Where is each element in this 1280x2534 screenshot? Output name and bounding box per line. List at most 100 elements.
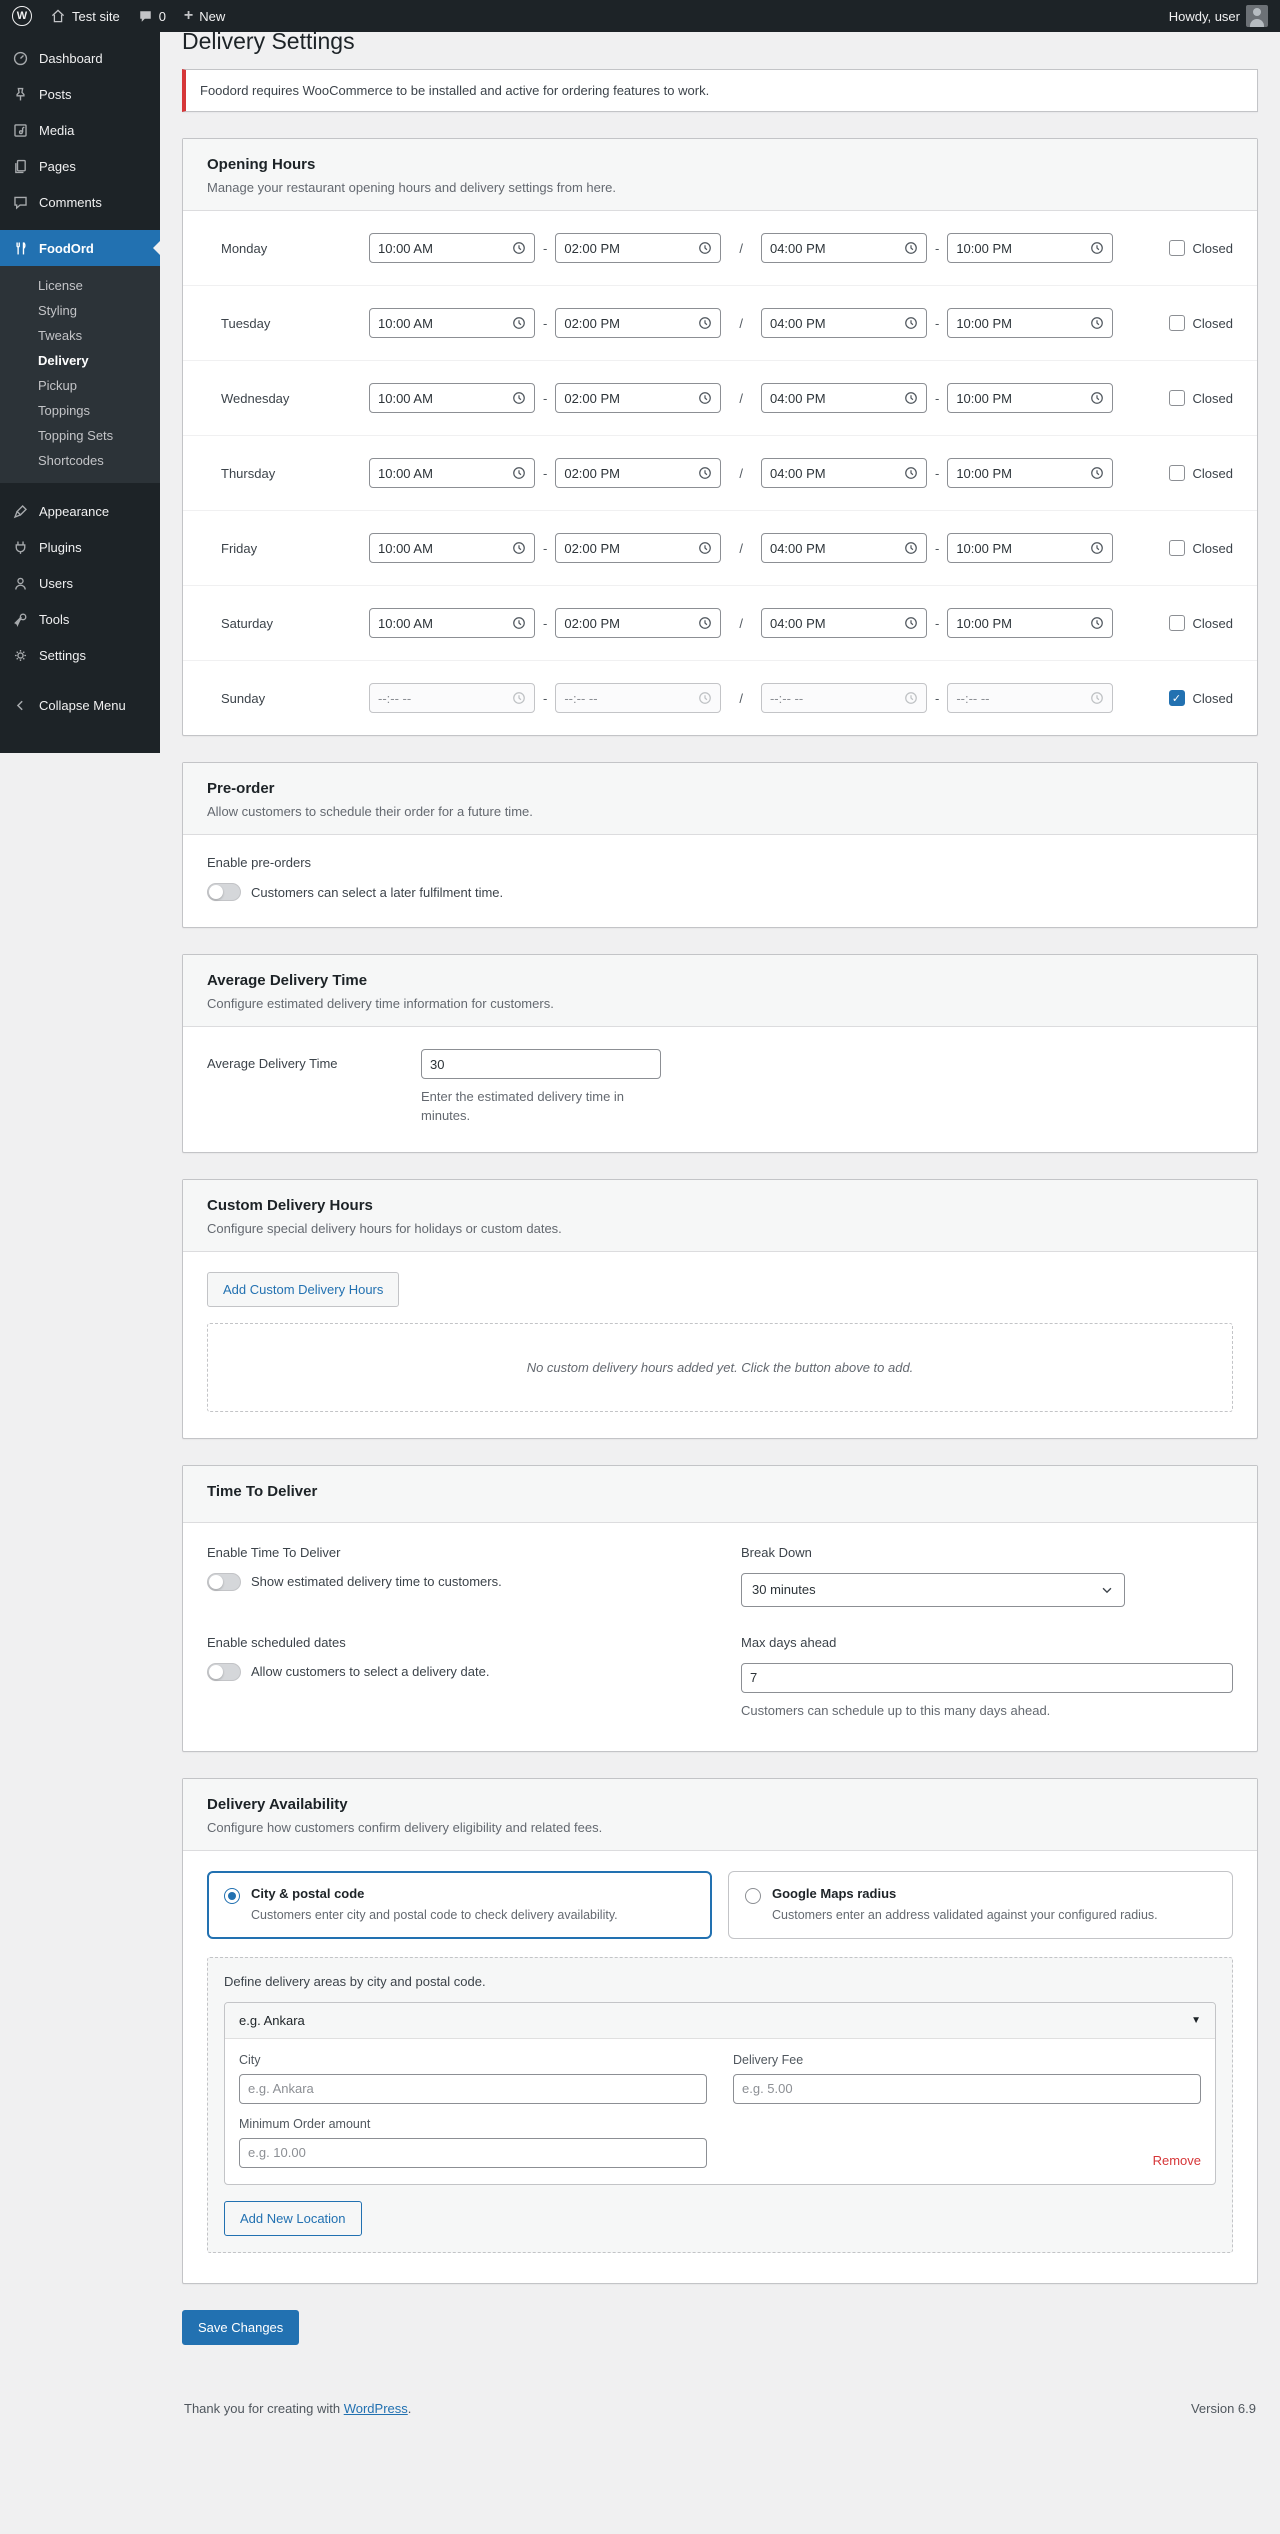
min-order-input[interactable] bbox=[239, 2138, 707, 2168]
collapse-menu-button[interactable]: Collapse Menu bbox=[0, 687, 160, 723]
close-time-input-2[interactable]: 10:00 PM bbox=[947, 383, 1113, 413]
day-label: Monday bbox=[221, 241, 369, 256]
close-time-input-2[interactable]: 10:00 PM bbox=[947, 533, 1113, 563]
footer: Thank you for creating with WordPress. V… bbox=[182, 2345, 1258, 2434]
wordpress-logo-menu[interactable]: W bbox=[12, 6, 32, 26]
delivery-fee-input[interactable] bbox=[733, 2074, 1201, 2104]
sidebar-item-dashboard[interactable]: Dashboard bbox=[0, 40, 160, 76]
section-title: Average Delivery Time bbox=[207, 972, 1233, 989]
comments-shortcut[interactable]: 0 bbox=[138, 9, 166, 24]
open-time-input-1[interactable]: 10:00 AM bbox=[369, 383, 535, 413]
submenu-item-topping-sets[interactable]: Topping Sets bbox=[0, 423, 160, 448]
open-time-input-2[interactable]: 04:00 PM bbox=[761, 458, 927, 488]
closed-toggle[interactable]: Closed bbox=[1169, 690, 1233, 706]
closed-toggle[interactable]: Closed bbox=[1169, 465, 1233, 481]
close-time-input-1[interactable]: 02:00 PM bbox=[555, 533, 721, 563]
scheduled-dates-toggle[interactable] bbox=[207, 1663, 241, 1681]
remove-zone-link[interactable]: Remove bbox=[1153, 2153, 1201, 2168]
preorder-toggle[interactable] bbox=[207, 883, 241, 901]
submenu-item-license[interactable]: License bbox=[0, 273, 160, 298]
sidebar-item-settings[interactable]: Settings bbox=[0, 637, 160, 673]
open-time-input-1[interactable]: 10:00 AM bbox=[369, 233, 535, 263]
closed-checkbox[interactable] bbox=[1169, 465, 1185, 481]
closed-toggle[interactable]: Closed bbox=[1169, 540, 1233, 556]
option-city-postal-code[interactable]: City & postal code Customers enter city … bbox=[207, 1871, 712, 1939]
city-input[interactable] bbox=[239, 2074, 707, 2104]
sidebar-item-media[interactable]: Media bbox=[0, 112, 160, 148]
open-time-input-2[interactable]: 04:00 PM bbox=[761, 308, 927, 338]
closed-toggle[interactable]: Closed bbox=[1169, 390, 1233, 406]
day-label: Tuesday bbox=[221, 316, 369, 331]
wordpress-link[interactable]: WordPress bbox=[344, 2401, 408, 2416]
sidebar-item-users[interactable]: Users bbox=[0, 565, 160, 601]
opening-hours-row-sunday: Sunday --:-- -- - --:-- -- / --:-- -- - bbox=[183, 661, 1257, 735]
close-time-input-1[interactable]: 02:00 PM bbox=[555, 608, 721, 638]
sidebar-item-posts[interactable]: Posts bbox=[0, 76, 160, 112]
howdy-user-menu[interactable]: Howdy, user bbox=[1169, 5, 1268, 27]
closed-toggle[interactable]: Closed bbox=[1169, 315, 1233, 331]
open-time-input-2[interactable]: 04:00 PM bbox=[761, 533, 927, 563]
close-time-input-2[interactable]: 10:00 PM bbox=[947, 608, 1113, 638]
howdy-label: Howdy, user bbox=[1169, 9, 1240, 24]
clock-icon bbox=[512, 391, 526, 405]
close-time-input-1[interactable]: 02:00 PM bbox=[555, 458, 721, 488]
radio-button[interactable] bbox=[224, 1888, 240, 1904]
closed-toggle[interactable]: Closed bbox=[1169, 615, 1233, 631]
option-google-maps-radius[interactable]: Google Maps radius Customers enter an ad… bbox=[728, 1871, 1233, 1939]
closed-checkbox[interactable] bbox=[1169, 690, 1185, 706]
new-content-menu[interactable]: + New bbox=[184, 7, 225, 25]
add-new-location-button[interactable]: Add New Location bbox=[224, 2201, 362, 2236]
site-name-label: Test site bbox=[72, 9, 120, 24]
breakdown-select[interactable]: 30 minutes bbox=[741, 1573, 1125, 1607]
open-time-input-1[interactable]: 10:00 AM bbox=[369, 308, 535, 338]
open-time-input-1[interactable]: --:-- -- bbox=[369, 683, 535, 713]
closed-checkbox[interactable] bbox=[1169, 615, 1185, 631]
sidebar-item-tools[interactable]: Tools bbox=[0, 601, 160, 637]
closed-checkbox[interactable] bbox=[1169, 315, 1185, 331]
submenu-item-pickup[interactable]: Pickup bbox=[0, 373, 160, 398]
open-time-input-1[interactable]: 10:00 AM bbox=[369, 608, 535, 638]
close-time-input-2[interactable]: 10:00 PM bbox=[947, 233, 1113, 263]
closed-checkbox[interactable] bbox=[1169, 390, 1185, 406]
submenu-item-delivery[interactable]: Delivery bbox=[0, 348, 160, 373]
open-time-input-1[interactable]: 10:00 AM bbox=[369, 533, 535, 563]
average-delivery-input[interactable] bbox=[421, 1049, 661, 1079]
delivery-fee-label: Delivery Fee bbox=[733, 2053, 1201, 2067]
max-days-input[interactable] bbox=[741, 1663, 1233, 1693]
sidebar-item-comments[interactable]: Comments bbox=[0, 184, 160, 220]
add-custom-hours-button[interactable]: Add Custom Delivery Hours bbox=[207, 1272, 399, 1307]
custom-hours-empty-state: No custom delivery hours added yet. Clic… bbox=[207, 1323, 1233, 1412]
average-delivery-field-label: Average Delivery Time bbox=[207, 1049, 421, 1126]
closed-toggle[interactable]: Closed bbox=[1169, 240, 1233, 256]
close-time-input-1[interactable]: 02:00 PM bbox=[555, 308, 721, 338]
save-changes-button[interactable]: Save Changes bbox=[182, 2310, 299, 2345]
submenu-item-tweaks[interactable]: Tweaks bbox=[0, 323, 160, 348]
close-time-input-2[interactable]: 10:00 PM bbox=[947, 458, 1113, 488]
open-time-input-2[interactable]: 04:00 PM bbox=[761, 608, 927, 638]
opening-hours-row-thursday: Thursday 10:00 AM - 02:00 PM / 04:00 PM bbox=[183, 436, 1257, 511]
close-time-input-1[interactable]: 02:00 PM bbox=[555, 383, 721, 413]
enable-ttd-label: Enable Time To Deliver bbox=[207, 1545, 699, 1560]
radio-button[interactable] bbox=[745, 1888, 761, 1904]
zone-accordion-header[interactable]: e.g. Ankara ▼ bbox=[225, 2003, 1215, 2039]
submenu-item-shortcodes[interactable]: Shortcodes bbox=[0, 448, 160, 473]
sidebar-item-pages[interactable]: Pages bbox=[0, 148, 160, 184]
close-time-input-1[interactable]: --:-- -- bbox=[555, 683, 721, 713]
sidebar-item-appearance[interactable]: Appearance bbox=[0, 493, 160, 529]
site-name-link[interactable]: Test site bbox=[50, 8, 120, 24]
open-time-input-2[interactable]: 04:00 PM bbox=[761, 383, 927, 413]
sidebar-item-foodord[interactable]: FoodOrd bbox=[0, 230, 160, 266]
open-time-input-2[interactable]: 04:00 PM bbox=[761, 233, 927, 263]
closed-checkbox[interactable] bbox=[1169, 240, 1185, 256]
clock-icon bbox=[698, 241, 712, 255]
close-time-input-2[interactable]: 10:00 PM bbox=[947, 308, 1113, 338]
submenu-item-styling[interactable]: Styling bbox=[0, 298, 160, 323]
open-time-input-2[interactable]: --:-- -- bbox=[761, 683, 927, 713]
open-time-input-1[interactable]: 10:00 AM bbox=[369, 458, 535, 488]
close-time-input-2[interactable]: --:-- -- bbox=[947, 683, 1113, 713]
close-time-input-1[interactable]: 02:00 PM bbox=[555, 233, 721, 263]
closed-checkbox[interactable] bbox=[1169, 540, 1185, 556]
sidebar-item-plugins[interactable]: Plugins bbox=[0, 529, 160, 565]
submenu-item-toppings[interactable]: Toppings bbox=[0, 398, 160, 423]
ttd-toggle[interactable] bbox=[207, 1573, 241, 1591]
